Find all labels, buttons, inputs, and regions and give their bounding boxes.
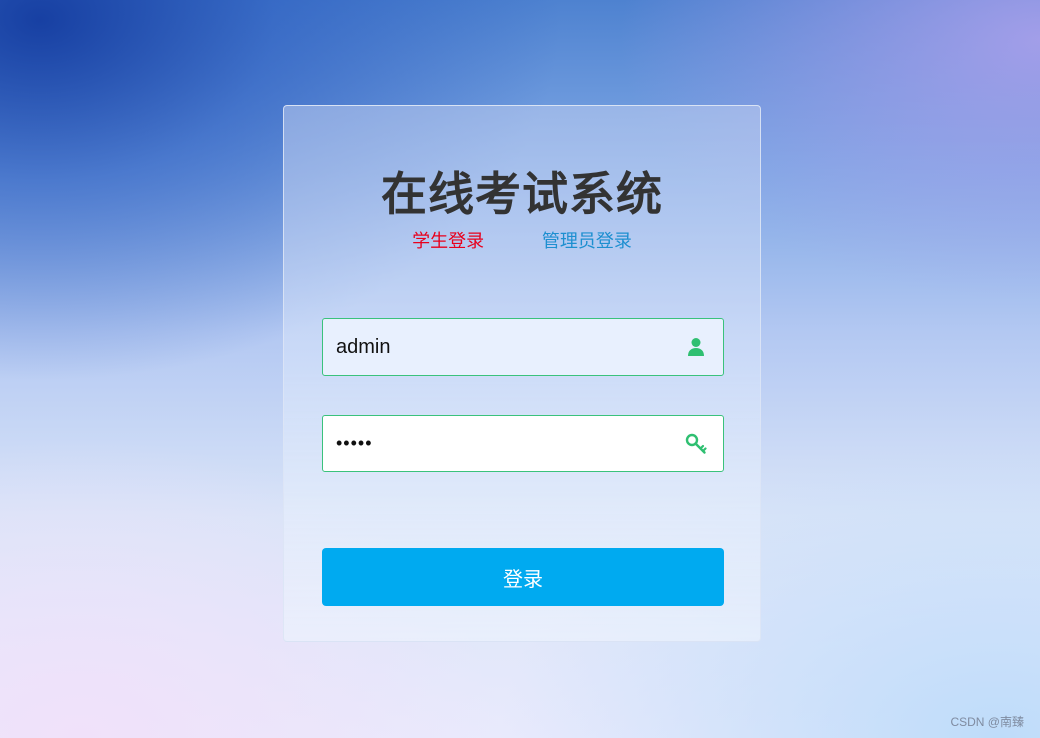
- login-button[interactable]: 登录: [322, 548, 724, 606]
- user-icon: [685, 336, 707, 358]
- username-input[interactable]: [323, 319, 663, 375]
- login-card: 在线考试系统 学生登录 管理员登录 登录: [283, 105, 761, 642]
- password-field: [322, 415, 724, 472]
- page-title: 在线考试系统: [381, 167, 663, 221]
- login-tabs: 学生登录 管理员登录: [284, 230, 760, 254]
- username-field: [322, 318, 724, 376]
- watermark: CSDN @南臻: [950, 715, 1024, 729]
- tab-admin-login[interactable]: 管理员登录: [542, 230, 632, 254]
- key-icon: [685, 433, 707, 455]
- password-input[interactable]: [323, 416, 663, 471]
- tab-student-login[interactable]: 学生登录: [412, 230, 484, 254]
